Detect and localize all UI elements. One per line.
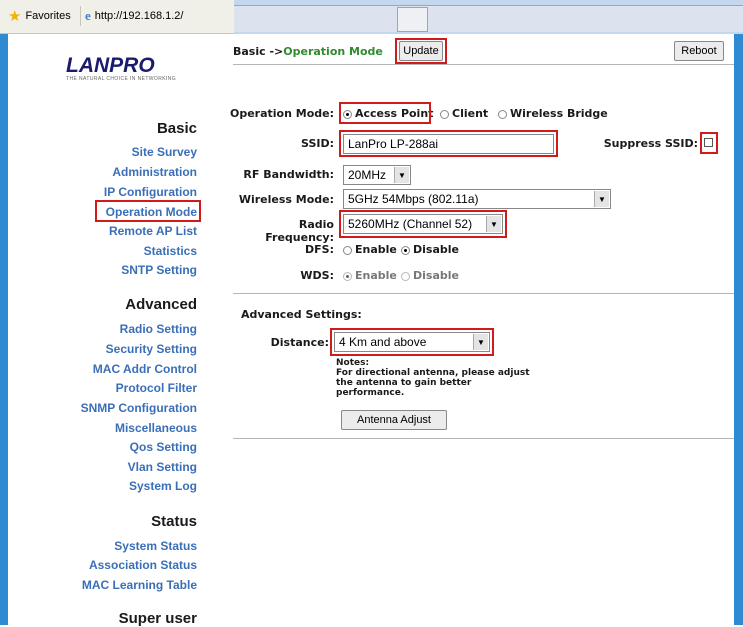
wds-enable-radio[interactable]: Enable (343, 269, 397, 282)
chevron-down-icon: ▼ (594, 191, 609, 207)
notes-line-2: the antenna to gain better (336, 378, 472, 388)
browser-tab[interactable]: e http://192.168.1.2/ (80, 6, 183, 26)
highlight-radio-frequency (339, 210, 507, 238)
notes-line-1: For directional antenna, please adjust (336, 368, 530, 378)
breadcrumb-prefix: Basic -> (233, 45, 284, 58)
sidebar-item-association-status[interactable]: Association Status (89, 558, 197, 572)
advanced-settings-heading: Advanced Settings: (241, 308, 362, 321)
sidebar-item-site-survey[interactable]: Site Survey (132, 145, 197, 159)
page-title: Operation Mode (283, 45, 383, 58)
logo-tagline: THE NATURAL CHOICE IN NETWORKING (66, 76, 177, 82)
dfs-label: DFS: (305, 243, 334, 256)
highlight-ssid (339, 130, 558, 157)
radio-selected-icon (343, 271, 352, 281)
radio-frequency-label: Radio Frequency: (265, 218, 334, 244)
dfs-disable-radio[interactable]: Disable (401, 243, 459, 256)
highlight-update (395, 38, 447, 64)
wireless-mode-label: Wireless Mode: (238, 193, 334, 206)
new-tab-button[interactable] (397, 7, 428, 32)
highlight-distance (330, 328, 494, 356)
sidebar-item-administration[interactable]: Administration (112, 165, 197, 179)
breadcrumb: Basic ->Operation Mode (233, 45, 383, 58)
sidebar-item-statistics[interactable]: Statistics (144, 244, 197, 258)
operation-mode-label: Operation Mode: (229, 107, 334, 120)
highlight-suppress-ssid (700, 132, 718, 154)
sidebar-item-remote-ap-list[interactable]: Remote AP List (109, 224, 197, 238)
section-status: Status (151, 513, 197, 530)
tab-url: http://192.168.1.2/ (94, 10, 184, 22)
rf-bandwidth-label: RF Bandwidth: (243, 168, 334, 181)
sidebar-item-protocol-filter[interactable]: Protocol Filter (116, 381, 197, 395)
sidebar-item-system-status[interactable]: System Status (114, 539, 197, 553)
reboot-button[interactable]: Reboot (674, 41, 724, 61)
section-divider (233, 293, 734, 294)
ie-icon: e (85, 8, 91, 23)
section-divider-bottom (233, 438, 734, 439)
chevron-down-icon: ▼ (394, 167, 409, 183)
tab-strip (234, 5, 743, 32)
wireless-mode-select[interactable]: 5GHz 54Mbps (802.11a) ▼ (343, 189, 611, 209)
sidebar-item-mac-addr-control[interactable]: MAC Addr Control (93, 362, 197, 376)
notes-title: Notes: (336, 358, 370, 368)
sidebar-item-mac-learning-table[interactable]: MAC Learning Table (82, 578, 197, 592)
sidebar-item-system-log[interactable]: System Log (129, 479, 197, 493)
lanpro-logo: LANPRO THE NATURAL CHOICE IN NETWORKING (66, 54, 206, 82)
highlight-operation-mode (95, 200, 201, 222)
frame-left-border (0, 34, 8, 625)
sidebar-item-vlan-setting[interactable]: Vlan Setting (128, 460, 197, 474)
frame-right-border (734, 34, 743, 625)
wds-disable-radio[interactable]: Disable (401, 269, 459, 282)
main-panel: Basic ->Operation Mode Update Reboot Ope… (228, 34, 734, 625)
ssid-label: SSID: (301, 137, 334, 150)
sidebar-item-sntp-setting[interactable]: SNTP Setting (121, 263, 197, 277)
favorites-label: Favorites (25, 10, 71, 22)
radio-selected-icon (401, 245, 410, 255)
sidebar-item-snmp-configuration[interactable]: SNMP Configuration (81, 401, 197, 415)
antenna-adjust-button[interactable]: Antenna Adjust (341, 410, 447, 430)
header-divider (233, 64, 734, 65)
browser-toolbar: ★ Favorites e http://192.168.1.2/ (0, 0, 743, 34)
section-advanced: Advanced (125, 296, 197, 313)
radio-icon (343, 245, 352, 255)
rf-bandwidth-select[interactable]: 20MHz ▼ (343, 165, 411, 185)
logo-brand: LANPRO (66, 54, 155, 77)
section-super-user: Super user (118, 610, 197, 627)
distance-label: Distance: (270, 336, 329, 349)
sidebar: LANPRO THE NATURAL CHOICE IN NETWORKING … (8, 34, 228, 627)
sidebar-item-ip-configuration[interactable]: IP Configuration (104, 185, 197, 199)
wds-label: WDS: (300, 269, 334, 282)
sidebar-item-qos-setting[interactable]: Qos Setting (130, 440, 197, 454)
section-basic: Basic (156, 120, 197, 137)
star-icon: ★ (8, 7, 22, 25)
radio-wireless-bridge[interactable]: Wireless Bridge (498, 107, 608, 120)
favorites-button[interactable]: ★ Favorites (8, 6, 71, 26)
highlight-access-point (339, 102, 431, 124)
radio-icon (498, 109, 507, 119)
notes-line-3: performance. (336, 388, 405, 398)
radio-icon (401, 271, 410, 281)
radio-client[interactable]: Client (440, 107, 488, 120)
sidebar-item-radio-setting[interactable]: Radio Setting (120, 322, 197, 336)
sidebar-item-security-setting[interactable]: Security Setting (106, 342, 197, 356)
sidebar-item-miscellaneous[interactable]: Miscellaneous (115, 421, 197, 435)
suppress-ssid-label: Suppress SSID: (603, 137, 698, 150)
dfs-enable-radio[interactable]: Enable (343, 243, 397, 256)
radio-icon (440, 109, 449, 119)
